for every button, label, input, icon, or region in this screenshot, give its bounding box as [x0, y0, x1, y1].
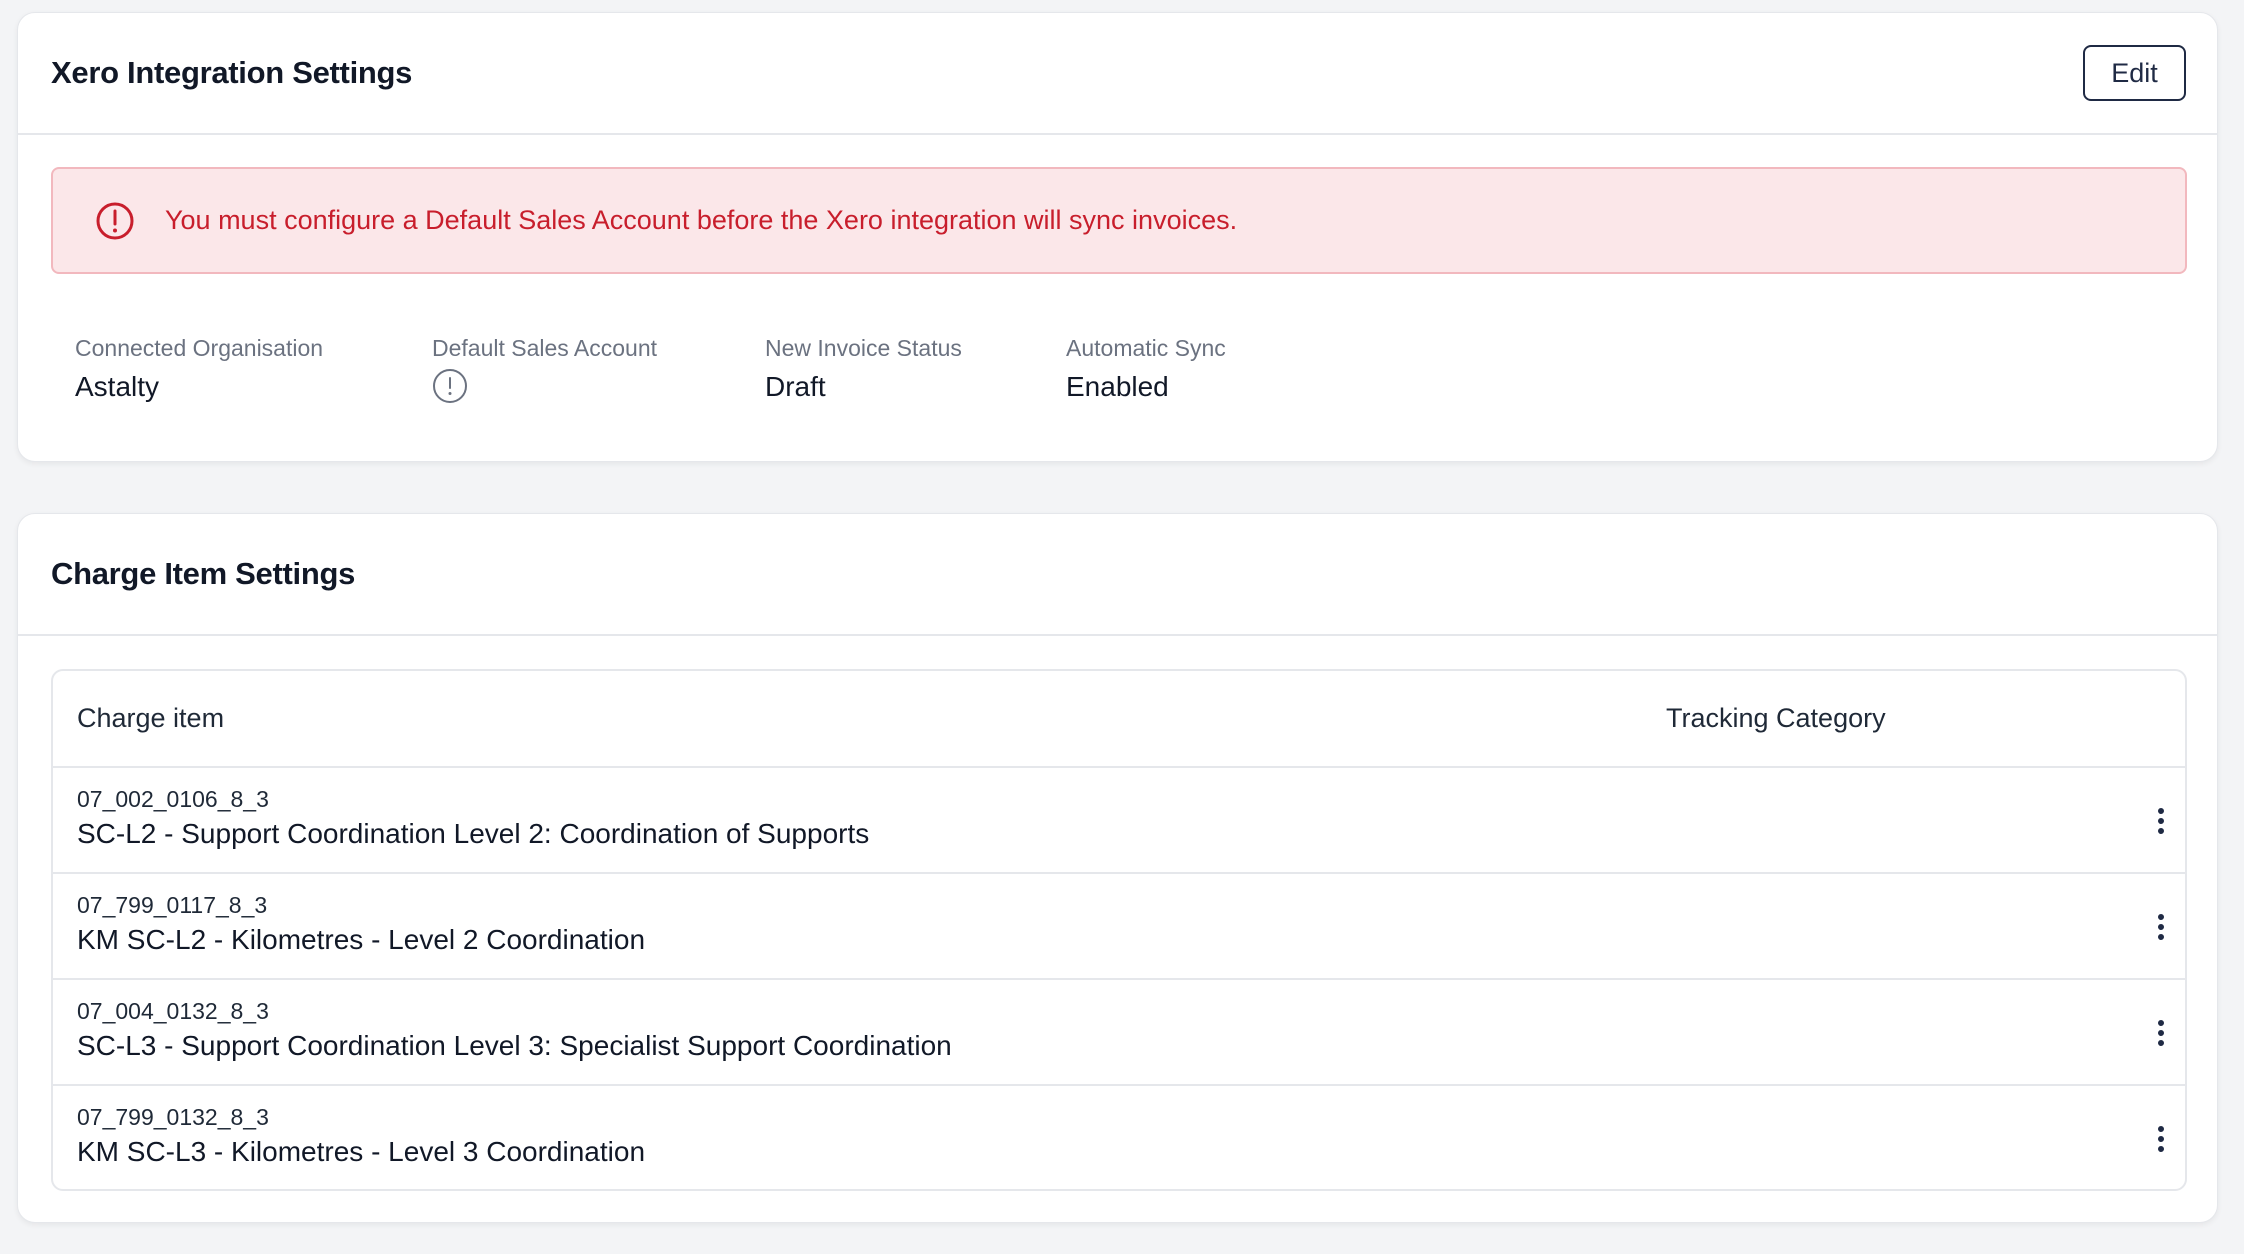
row-actions-button[interactable]: [2143, 1121, 2179, 1157]
row-actions-button[interactable]: [2143, 1015, 2179, 1051]
default-sales-account-label: Default Sales Account: [432, 335, 658, 361]
charge-item-code: 07_004_0132_8_3: [77, 998, 269, 1024]
charge-card-title: Charge Item Settings: [51, 556, 356, 591]
charge-card-header: Charge Item Settings: [18, 514, 2217, 636]
more-vertical-icon: [2158, 1020, 2164, 1046]
table-row: 07_799_0132_8_3 KM SC-L3 - Kilometres - …: [53, 1086, 2185, 1189]
xero-card-header: Xero Integration Settings Edit: [18, 13, 2217, 135]
charge-item-code: 07_002_0106_8_3: [77, 786, 269, 812]
charge-item-settings-card: Charge Item Settings Charge item Trackin…: [17, 513, 2218, 1223]
automatic-sync-field: Automatic Sync Enabled: [1066, 333, 1226, 405]
charge-item-name: SC-L2 - Support Coordination Level 2: Co…: [77, 818, 870, 849]
charge-item-name: SC-L3 - Support Coordination Level 3: Sp…: [77, 1030, 952, 1061]
more-vertical-icon: [2158, 808, 2164, 834]
column-charge-item: Charge item: [77, 703, 225, 733]
charge-item-code: 07_799_0132_8_3: [77, 1104, 269, 1130]
charge-item-code: 07_799_0117_8_3: [77, 892, 268, 918]
connected-organisation-label: Connected Organisation: [75, 335, 324, 361]
error-alert: You must configure a Default Sales Accou…: [51, 167, 2187, 274]
row-actions-button[interactable]: [2143, 803, 2179, 839]
connected-organisation-field: Connected Organisation Astalty: [75, 333, 323, 405]
table-header: Charge item Tracking Category: [53, 671, 2185, 768]
automatic-sync-value: Enabled: [1066, 371, 1169, 402]
new-invoice-status-label: New Invoice Status: [765, 335, 962, 361]
table-row: 07_004_0132_8_3 SC-L3 - Support Coordina…: [53, 980, 2185, 1086]
xero-card-title: Xero Integration Settings: [51, 55, 413, 90]
table-row: 07_799_0117_8_3 KM SC-L2 - Kilometres - …: [53, 874, 2185, 980]
new-invoice-status-value: Draft: [765, 371, 826, 402]
column-tracking-category: Tracking Category: [1666, 703, 1886, 733]
table-row: 07_002_0106_8_3 SC-L2 - Support Coordina…: [53, 768, 2185, 874]
more-vertical-icon: [2158, 1126, 2164, 1152]
warning-circle-icon: [433, 369, 467, 403]
error-circle-icon: [96, 202, 134, 239]
charge-item-name: KM SC-L2 - Kilometres - Level 2 Coordina…: [77, 924, 646, 955]
default-sales-account-field: Default Sales Account: [432, 333, 657, 404]
alert-message: You must configure a Default Sales Accou…: [165, 205, 1238, 235]
charge-items-table: Charge item Tracking Category 07_002_010…: [51, 669, 2187, 1191]
edit-button[interactable]: Edit: [2083, 45, 2186, 101]
new-invoice-status-field: New Invoice Status Draft: [765, 333, 962, 405]
automatic-sync-label: Automatic Sync: [1066, 335, 1226, 361]
xero-integration-card: Xero Integration Settings Edit You must …: [17, 12, 2218, 462]
more-vertical-icon: [2158, 914, 2164, 940]
connected-organisation-value: Astalty: [75, 371, 160, 402]
charge-item-name: KM SC-L3 - Kilometres - Level 3 Coordina…: [77, 1136, 646, 1167]
row-actions-button[interactable]: [2143, 909, 2179, 945]
